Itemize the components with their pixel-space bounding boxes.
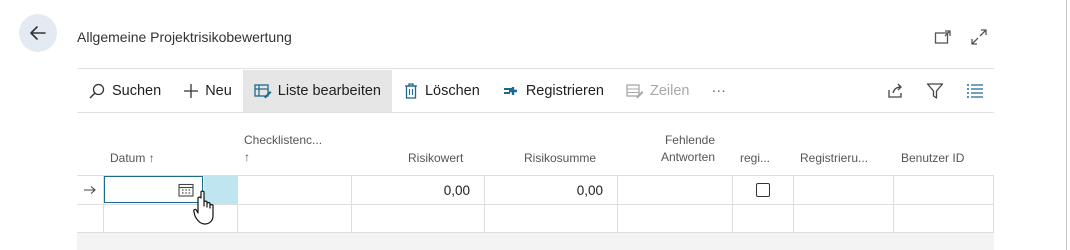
registriert-cell <box>733 176 794 205</box>
column-header-registrierung[interactable]: Registrieru... <box>800 151 868 166</box>
arrow-left-icon <box>30 26 46 40</box>
more-actions-button[interactable]: ··· <box>700 70 737 112</box>
risikosumme-cell[interactable]: 0,00 <box>485 176 618 205</box>
plus-icon <box>184 84 199 98</box>
page-window: Allgemeine Projektrisikobewertung Suchen <box>0 0 1067 250</box>
column-header-risikowert-label: Risikowert <box>408 151 464 165</box>
fehlende-antworten-cell[interactable] <box>618 204 733 233</box>
fehlende-antworten-cell[interactable] <box>618 176 733 205</box>
column-header-fehlende-line1: Fehlende <box>664 133 715 147</box>
row-indicator <box>77 176 104 205</box>
edit-list-icon <box>254 84 272 99</box>
column-header-risikowert[interactable]: Risikowert <box>408 151 463 166</box>
column-header-checkliste-line1: Checklistenc... <box>244 133 323 147</box>
column-header-risikosumme-label: Risikosumme <box>524 151 597 165</box>
column-header-benutzer-id[interactable]: Benutzer ID <box>901 151 964 166</box>
list-view-icon[interactable] <box>966 82 984 100</box>
back-button[interactable] <box>19 14 57 52</box>
column-header-checkliste[interactable]: Checklistenc... ↑ <box>244 133 322 165</box>
column-header-registrierung-label: Registrieru... <box>800 151 869 165</box>
grid-footer <box>77 233 994 250</box>
window-controls <box>934 28 988 46</box>
new-label: Neu <box>205 83 232 99</box>
filter-icon[interactable] <box>926 82 944 100</box>
registrierung-cell[interactable] <box>794 204 894 233</box>
register-icon <box>503 87 517 95</box>
expand-icon[interactable] <box>970 28 988 46</box>
lines-label: Zeilen <box>649 83 690 99</box>
column-header-registriert-label: regi... <box>740 151 771 165</box>
benutzer-id-cell[interactable] <box>894 176 994 205</box>
search-label: Suchen <box>112 83 162 99</box>
column-header-datum-label: Datum ↑ <box>110 151 155 165</box>
risikosumme-value: 0,00 <box>576 182 603 198</box>
risikowert-cell[interactable]: 0,00 <box>352 176 485 205</box>
trash-icon <box>404 83 417 99</box>
risikowert-cell[interactable] <box>352 204 485 233</box>
register-button[interactable]: Registrieren <box>491 70 615 112</box>
column-header-fehlende-antworten[interactable]: Fehlende Antworten <box>652 133 715 165</box>
risikowert-value: 0,00 <box>443 182 470 198</box>
column-header-fehlende-line2: Antworten <box>660 150 715 164</box>
page-title: Allgemeine Projektrisikobewertung <box>77 29 292 45</box>
search-icon <box>89 83 105 99</box>
toolbar-divider <box>77 112 994 113</box>
row-indicator <box>77 204 104 233</box>
register-label: Registrieren <box>525 83 604 99</box>
registrierung-cell[interactable] <box>794 176 894 205</box>
calendar-icon[interactable] <box>178 183 194 200</box>
share-icon[interactable] <box>886 82 904 100</box>
delete-label: Löschen <box>424 83 480 99</box>
risikosumme-cell[interactable] <box>485 204 618 233</box>
datum-input[interactable] <box>104 176 203 203</box>
new-button[interactable]: Neu <box>172 70 243 112</box>
registriert-checkbox[interactable] <box>756 183 770 197</box>
column-header-registriert[interactable]: regi... <box>740 151 770 166</box>
open-in-new-window-icon[interactable] <box>934 28 952 46</box>
checkliste-cell[interactable] <box>238 176 352 205</box>
hand-cursor-icon <box>193 190 219 231</box>
action-toolbar: Suchen Neu Liste bearbeiten Löschen Regi… <box>77 70 994 112</box>
column-header-benutzer-id-label: Benutzer ID <box>901 151 965 165</box>
lines-icon <box>626 84 644 99</box>
toolbar-right-group <box>886 82 994 100</box>
header-divider <box>77 68 994 69</box>
row-arrow-icon <box>84 186 96 194</box>
benutzer-id-cell[interactable] <box>894 204 994 233</box>
search-button[interactable]: Suchen <box>77 70 172 112</box>
column-header-datum[interactable]: Datum ↑ <box>110 151 155 166</box>
edit-list-label: Liste bearbeiten <box>277 83 381 99</box>
more-label: ··· <box>711 83 726 99</box>
edit-list-button[interactable]: Liste bearbeiten <box>242 70 392 112</box>
column-header-checkliste-line2: ↑ <box>244 150 250 164</box>
registriert-cell[interactable] <box>733 204 794 233</box>
lines-button[interactable]: Zeilen <box>615 70 701 112</box>
delete-button[interactable]: Löschen <box>392 70 491 112</box>
checkliste-cell[interactable] <box>238 204 352 233</box>
column-header-risikosumme[interactable]: Risikosumme <box>524 151 596 166</box>
